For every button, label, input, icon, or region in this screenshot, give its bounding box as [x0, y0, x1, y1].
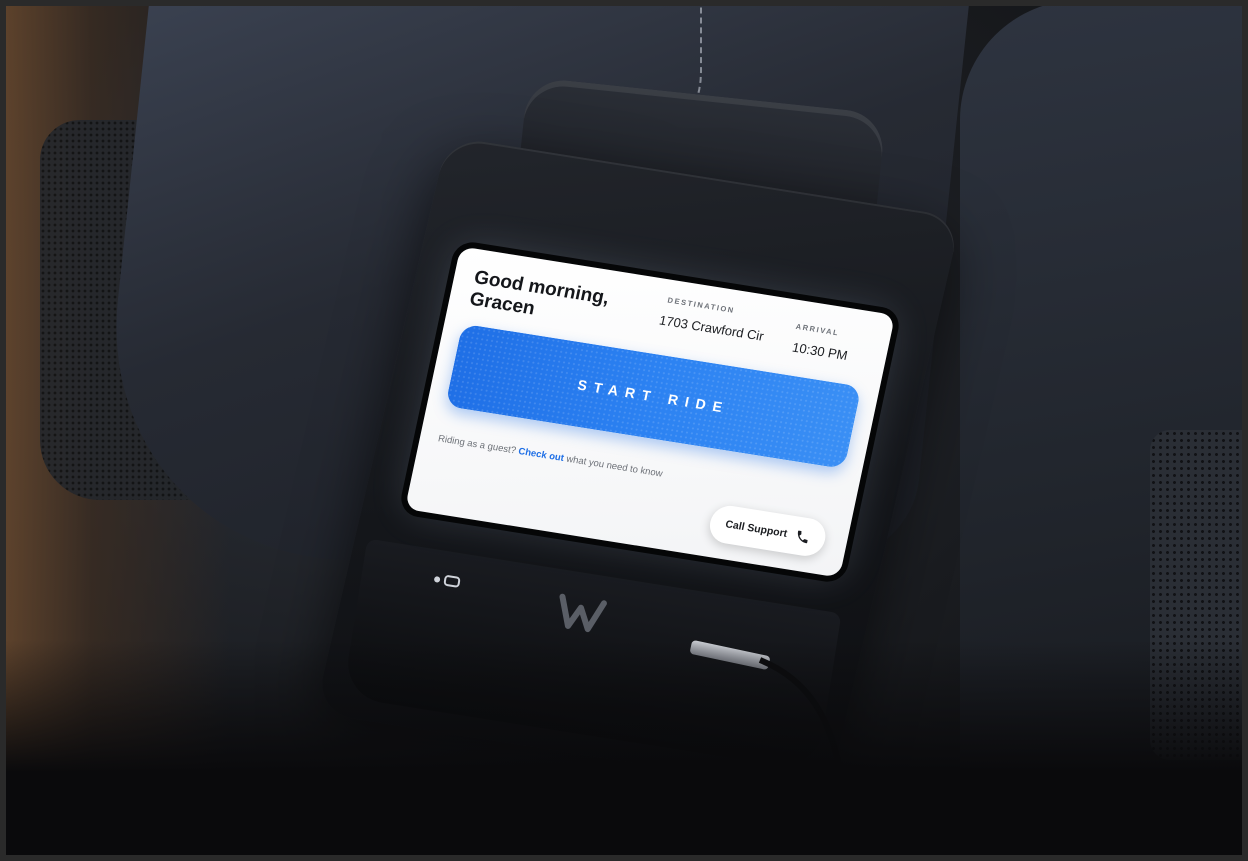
- car-interior-photo: Good morning, Gracen DESTINATION 1703 Cr…: [0, 0, 1248, 861]
- destination-label: DESTINATION: [666, 295, 736, 315]
- arrival-label: ARRIVAL: [794, 321, 841, 338]
- guest-info-line: Riding as a guest? Check out what you ne…: [437, 433, 664, 479]
- phone-icon: [797, 530, 808, 543]
- greeting-text: Good morning, Gracen: [467, 267, 612, 320]
- guest-prompt-text: Riding as a guest?: [436, 433, 517, 457]
- floor-shadow: [0, 640, 1248, 861]
- status-led: [433, 576, 441, 583]
- destination-value: 1703 Crawford Cir: [657, 312, 766, 344]
- call-support-button[interactable]: Call Support: [706, 503, 829, 559]
- start-ride-label: START RIDE: [576, 376, 731, 417]
- arrival-value: 10:30 PM: [790, 339, 849, 364]
- usb-port: [443, 574, 461, 588]
- call-support-label: Call Support: [724, 518, 789, 540]
- check-out-link[interactable]: Check out: [517, 446, 565, 464]
- guest-suffix-text: what you need to know: [565, 453, 664, 480]
